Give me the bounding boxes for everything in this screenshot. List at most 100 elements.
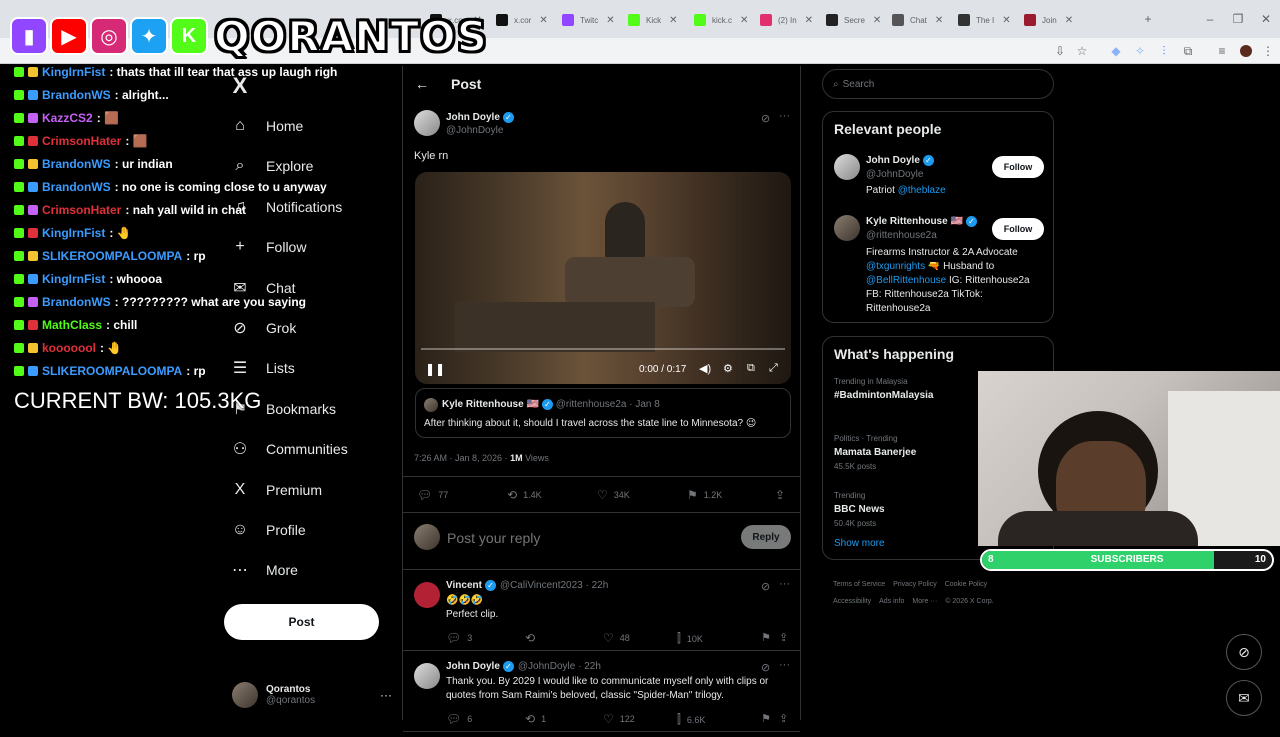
more-dots-icon[interactable]: ···: [779, 578, 790, 590]
reply-post[interactable]: John Doyle ✓ @JohnDoyle · 22h ⊘ ··· Thank you…: [403, 657, 800, 737]
reposts-action[interactable]: ⟲: [525, 631, 541, 645]
likes-action[interactable]: ♡ 122: [603, 712, 635, 726]
footer-link[interactable]: © 2026 X Corp.: [945, 598, 993, 605]
tab-close-icon[interactable]: ✕: [805, 15, 813, 26]
browser-tab[interactable]: Join ✕: [1024, 8, 1073, 32]
pip-icon[interactable]: ⧉: [747, 362, 755, 375]
more-dots-icon[interactable]: ···: [380, 688, 392, 702]
back-arrow-icon[interactable]: ←: [415, 76, 429, 92]
nav-item-more[interactable]: ⋯ More: [224, 550, 298, 590]
bookmark-icon[interactable]: ⚑: [761, 712, 771, 725]
more-dots-icon[interactable]: ···: [779, 110, 790, 122]
tab-close-icon[interactable]: ✕: [873, 15, 881, 26]
pause-icon[interactable]: ❚❚: [425, 362, 445, 376]
window-close-icon[interactable]: ✕: [1258, 11, 1274, 27]
extension-icon[interactable]: ⫶: [1156, 43, 1172, 59]
account-switcher[interactable]: Qorantos @qorantos ···: [232, 678, 392, 712]
footer-link[interactable]: Accessibility: [833, 598, 871, 605]
browser-tab[interactable]: The I ✕: [958, 8, 1011, 32]
quoted-post[interactable]: Kyle Rittenhouse 🇺🇸 ✓ @rittenhouse2a · Ja…: [415, 388, 791, 438]
grok-icon[interactable]: ⊘: [761, 112, 770, 125]
reply-input[interactable]: [447, 528, 697, 548]
reposts-action[interactable]: ⟲ 1: [525, 712, 546, 726]
reply-action[interactable]: 💬︎ 77: [417, 488, 448, 502]
new-tab-icon[interactable]: +: [1140, 11, 1156, 27]
grok-float-icon[interactable]: ⊘: [1226, 634, 1262, 670]
browser-tab[interactable]: Chat ✕: [892, 8, 943, 32]
tab-close-icon[interactable]: ✕: [935, 15, 943, 26]
replies-action[interactable]: 💬︎ 3: [446, 631, 472, 645]
extension-icon[interactable]: ◆: [1108, 43, 1124, 59]
like-action[interactable]: ♡ 34K: [597, 488, 630, 502]
tab-close-icon[interactable]: ✕: [606, 15, 614, 26]
nav-item-premium[interactable]: X Premium: [224, 470, 322, 510]
profile-avatar-icon[interactable]: [1238, 43, 1254, 59]
media-icon[interactable]: ≡: [1214, 43, 1230, 59]
reply-author[interactable]: John Doyle: [446, 661, 500, 672]
browser-tab[interactable]: Twitc ✕: [562, 8, 615, 32]
restore-icon[interactable]: ❐: [1230, 11, 1246, 27]
mention-link[interactable]: @txgunrights: [866, 261, 925, 272]
bookmark-icon[interactable]: ⚑: [761, 631, 771, 644]
post-button[interactable]: Post: [224, 604, 379, 640]
bookmark-action[interactable]: ⚑ 1.2K: [687, 488, 722, 502]
install-icon[interactable]: ⇩: [1052, 43, 1068, 59]
avatar[interactable]: [834, 215, 860, 241]
video-scrubber[interactable]: [421, 348, 785, 350]
tab-close-icon[interactable]: ✕: [539, 15, 547, 26]
browser-tab[interactable]: (2) In ✕: [760, 8, 813, 32]
reply-button[interactable]: Reply: [741, 525, 791, 549]
repost-action[interactable]: ⟲ 1.4K: [507, 488, 542, 502]
share-icon[interactable]: ⇪: [775, 488, 791, 502]
avatar[interactable]: [414, 663, 440, 689]
footer-link[interactable]: Privacy Policy: [893, 581, 937, 588]
footer-link[interactable]: Cookie Policy: [945, 581, 987, 588]
bookmark-star-icon[interactable]: ☆: [1074, 43, 1090, 59]
tab-close-icon[interactable]: ✕: [1065, 15, 1073, 26]
minimize-icon[interactable]: –: [1202, 11, 1218, 27]
person-name[interactable]: John Doyle ✓: [866, 155, 934, 166]
reply-author[interactable]: Vincent: [446, 580, 482, 591]
follow-button[interactable]: Follow: [992, 218, 1044, 240]
browser-tab[interactable]: Kick ✕: [628, 8, 678, 32]
avatar[interactable]: [414, 110, 440, 136]
nav-item-communities[interactable]: ⚇ Communities: [224, 429, 348, 469]
settings-gear-icon[interactable]: ⚙: [723, 362, 733, 375]
share-icon[interactable]: ⇪: [779, 712, 788, 725]
tab-close-icon[interactable]: ✕: [1002, 15, 1010, 26]
footer-link[interactable]: More ···: [912, 598, 937, 605]
puzzle-icon[interactable]: ⧉: [1180, 43, 1196, 59]
grok-icon[interactable]: ⊘: [761, 661, 770, 674]
views-action[interactable]: ⫿ 10K: [677, 631, 703, 646]
show-more-link[interactable]: Show more: [834, 538, 885, 549]
reply-post[interactable]: Vincent ✓ @CaliVincent2023 · 22h ⊘ ··· 🤣🤣🤣 Per…: [403, 576, 800, 656]
volume-icon[interactable]: ◀): [699, 362, 711, 375]
nav-item-profile[interactable]: ☺ Profile: [224, 510, 306, 550]
extension-icon[interactable]: ✧: [1132, 43, 1148, 59]
more-dots-icon[interactable]: ···: [779, 659, 790, 671]
tab-close-icon[interactable]: ✕: [669, 15, 677, 26]
post-handle[interactable]: @JohnDoyle: [446, 125, 503, 136]
post-author[interactable]: John Doyle ✓: [446, 112, 514, 123]
browser-tab[interactable]: kick.c ✕: [694, 8, 748, 32]
webcam-person-shoulders: [998, 511, 1198, 546]
share-icon[interactable]: ⇪: [779, 631, 788, 644]
replies-action[interactable]: 💬︎ 6: [446, 712, 472, 726]
follow-button[interactable]: Follow: [992, 156, 1044, 178]
person-name[interactable]: Kyle Rittenhouse 🇺🇸 ✓: [866, 216, 977, 227]
messages-float-icon[interactable]: ✉: [1226, 680, 1262, 716]
browser-tab[interactable]: Secre ✕: [826, 8, 881, 32]
browser-tab[interactable]: x.cor ✕: [496, 8, 548, 32]
likes-action[interactable]: ♡ 48: [603, 631, 630, 645]
grok-icon[interactable]: ⊘: [761, 580, 770, 593]
fullscreen-icon[interactable]: ⤢: [769, 362, 778, 375]
search-box[interactable]: ⌕ Search: [822, 69, 1054, 99]
video-player[interactable]: ❚❚ 0:00 / 0:17 ◀) ⚙ ⧉ ⤢: [415, 172, 791, 384]
mention-link[interactable]: @BellRittenhouse: [866, 275, 946, 286]
avatar[interactable]: [414, 582, 440, 608]
avatar[interactable]: [834, 154, 860, 180]
tab-close-icon[interactable]: ✕: [740, 15, 748, 26]
menu-kebab-icon[interactable]: ⋮: [1260, 43, 1276, 59]
footer-link[interactable]: Ads info: [879, 598, 904, 605]
footer-link[interactable]: Terms of Service: [833, 581, 885, 588]
